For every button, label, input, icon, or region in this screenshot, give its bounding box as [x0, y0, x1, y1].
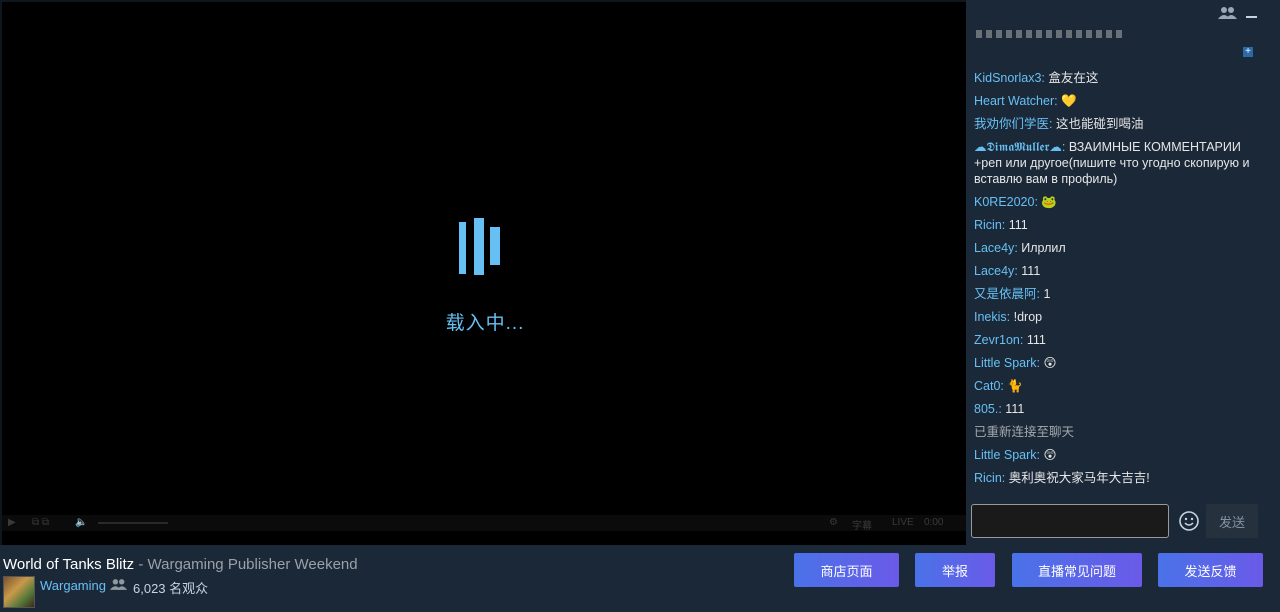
- viewers-icon: [110, 579, 128, 590]
- chat-username[interactable]: 又是依晨阿: [974, 287, 1037, 301]
- title-separator: -: [134, 556, 148, 573]
- chat-username[interactable]: Cat0: [974, 379, 1000, 393]
- chat-message: Lace4y: 111: [974, 263, 1256, 279]
- chat-username-separator: :: [1001, 218, 1009, 232]
- chat-message-text: 奥利奥祝大家马年大吉吉!: [1008, 471, 1150, 485]
- chat-message: Cat0: 🐈: [974, 378, 1256, 394]
- chat-message-text: 💛: [1061, 94, 1077, 108]
- chat-message-text: 111: [1021, 264, 1041, 278]
- chat-message-text: 盒友在这: [1048, 71, 1099, 85]
- send-feedback-button[interactable]: 发送反馈: [1158, 553, 1263, 587]
- emoji-icon[interactable]: [1176, 508, 1202, 534]
- broadcaster-name[interactable]: Wargaming: [40, 578, 106, 593]
- chat-message: 又是依晨阿: 1: [974, 286, 1256, 302]
- chat-message-text: 🐸: [1041, 195, 1057, 209]
- chat-message: Lace4y: Илрлил: [974, 240, 1256, 256]
- settings-icon[interactable]: ⚙: [829, 517, 838, 528]
- volume-icon[interactable]: 🔈: [75, 517, 87, 528]
- chat-message: Ricin: 111: [974, 217, 1256, 233]
- chat-username[interactable]: Lace4y: [974, 241, 1014, 255]
- event-title: Wargaming Publisher Weekend: [147, 556, 358, 573]
- chat-message: 805.: 111: [974, 401, 1256, 417]
- chat-header: +: [966, 0, 1280, 57]
- chat-message: Zevr1on: 111: [974, 332, 1256, 348]
- chat-message: K0RE2020: 🐸: [974, 194, 1256, 210]
- chat-username[interactable]: 805.: [974, 402, 998, 416]
- play-icon[interactable]: ▶: [8, 517, 16, 528]
- video-player[interactable]: 载入中... ▶ ⧉ ⧉ 🔈 ⚙ 字幕 LIVE 0:00: [0, 0, 968, 545]
- chat-message-text: 😲: [1043, 356, 1057, 370]
- users-icon[interactable]: [1218, 6, 1238, 20]
- chat-message-text: 111: [1008, 218, 1028, 232]
- chat-username[interactable]: Ricin: [974, 218, 1002, 232]
- chat-message: ☁𝕯𝖎𝖒𝖆𝕸𝖚𝖑𝖑𝖊𝖗☁: ВЗАИМНЫЕ КОММЕНТАРИИ +реп …: [974, 139, 1256, 187]
- chat-username[interactable]: Heart Watcher: [974, 94, 1054, 108]
- loading-text: 载入中...: [445, 313, 525, 334]
- chat-username[interactable]: Lace4y: [974, 264, 1014, 278]
- fullscreen-icon[interactable]: ⧉ ⧉: [32, 517, 49, 528]
- chat-message: Little Spark: 😲: [974, 447, 1256, 463]
- chat-message-text: 😲: [1043, 448, 1057, 462]
- stream-title: World of Tanks Blitz - Wargaming Publish…: [3, 556, 358, 573]
- chat-username[interactable]: K0RE2020: [974, 195, 1034, 209]
- chat-panel: + KidSnorlax3: 盒友在这 Heart Watcher: 💛 我劝你们学…: [966, 0, 1280, 545]
- viewer-count: 6,023 名观众: [133, 581, 209, 596]
- chat-input[interactable]: [971, 504, 1169, 538]
- chat-message: 已重新连接至聊天: [974, 425, 1075, 439]
- subtitles-button[interactable]: 字幕: [852, 517, 872, 532]
- chat-username-separator: :: [1001, 471, 1009, 485]
- chat-message-text: !drop: [1013, 310, 1043, 324]
- chat-message-text: 1: [1043, 287, 1051, 301]
- chat-username-separator: :: [1061, 140, 1069, 154]
- chat-username[interactable]: ☁𝕯𝖎𝖒𝖆𝕸𝖚𝖑𝖑𝖊𝖗☁: [974, 140, 1062, 154]
- chat-username[interactable]: KidSnorlax3: [974, 71, 1041, 85]
- volume-slider[interactable]: [98, 522, 168, 524]
- stream-faq-button[interactable]: 直播常见问题: [1012, 553, 1142, 587]
- chat-message: Ricin: 奥利奥祝大家马年大吉吉!: [974, 470, 1256, 486]
- chat-message-text: 🐈: [1007, 379, 1023, 393]
- chat-message-list: KidSnorlax3: 盒友在这 Heart Watcher: 💛 我劝你们学医:…: [974, 30, 1256, 500]
- chat-message-text: 这也能碰到喝油: [1055, 117, 1144, 131]
- chat-message: Inekis: !drop: [974, 309, 1256, 325]
- minimize-icon[interactable]: [1246, 16, 1257, 18]
- chat-username[interactable]: Zevr1on: [974, 333, 1020, 347]
- store-page-button[interactable]: 商店页面: [794, 553, 899, 587]
- chat-username[interactable]: Little Spark: [974, 356, 1037, 370]
- chat-username-separator: :: [1006, 310, 1014, 324]
- chat-message: 我劝你们学医: 这也能碰到喝油: [974, 116, 1256, 132]
- chat-username-separator: :: [1019, 333, 1027, 347]
- chat-username[interactable]: Inekis: [974, 310, 1007, 324]
- send-button[interactable]: 发送: [1206, 504, 1258, 538]
- chat-username[interactable]: Little Spark: [974, 448, 1037, 462]
- game-title[interactable]: World of Tanks Blitz: [3, 556, 134, 573]
- avatar[interactable]: [3, 576, 35, 608]
- player-controls: ▶ ⧉ ⧉ 🔈 ⚙ 字幕 LIVE 0:00: [2, 515, 968, 532]
- chat-username[interactable]: Ricin: [974, 471, 1002, 485]
- chat-message-text: 111: [1005, 402, 1025, 416]
- chat-message: KidSnorlax3: 盒友在这: [974, 70, 1256, 86]
- chat-username[interactable]: 我劝你们学医: [974, 117, 1049, 131]
- chat-message-text: Илрлил: [1021, 241, 1066, 255]
- report-button[interactable]: 举报: [915, 553, 995, 587]
- stream-info-bar: World of Tanks Blitz - Wargaming Publish…: [0, 545, 1280, 612]
- chat-message-text: 111: [1026, 333, 1046, 347]
- live-indicator: LIVE: [892, 517, 914, 528]
- chat-message: Heart Watcher: 💛: [974, 93, 1256, 109]
- time-display: 0:00: [924, 517, 944, 528]
- chat-scrollbar[interactable]: [1262, 30, 1272, 498]
- chat-username-separator: :: [1049, 117, 1056, 131]
- chat-message: Little Spark: 😲: [974, 355, 1256, 371]
